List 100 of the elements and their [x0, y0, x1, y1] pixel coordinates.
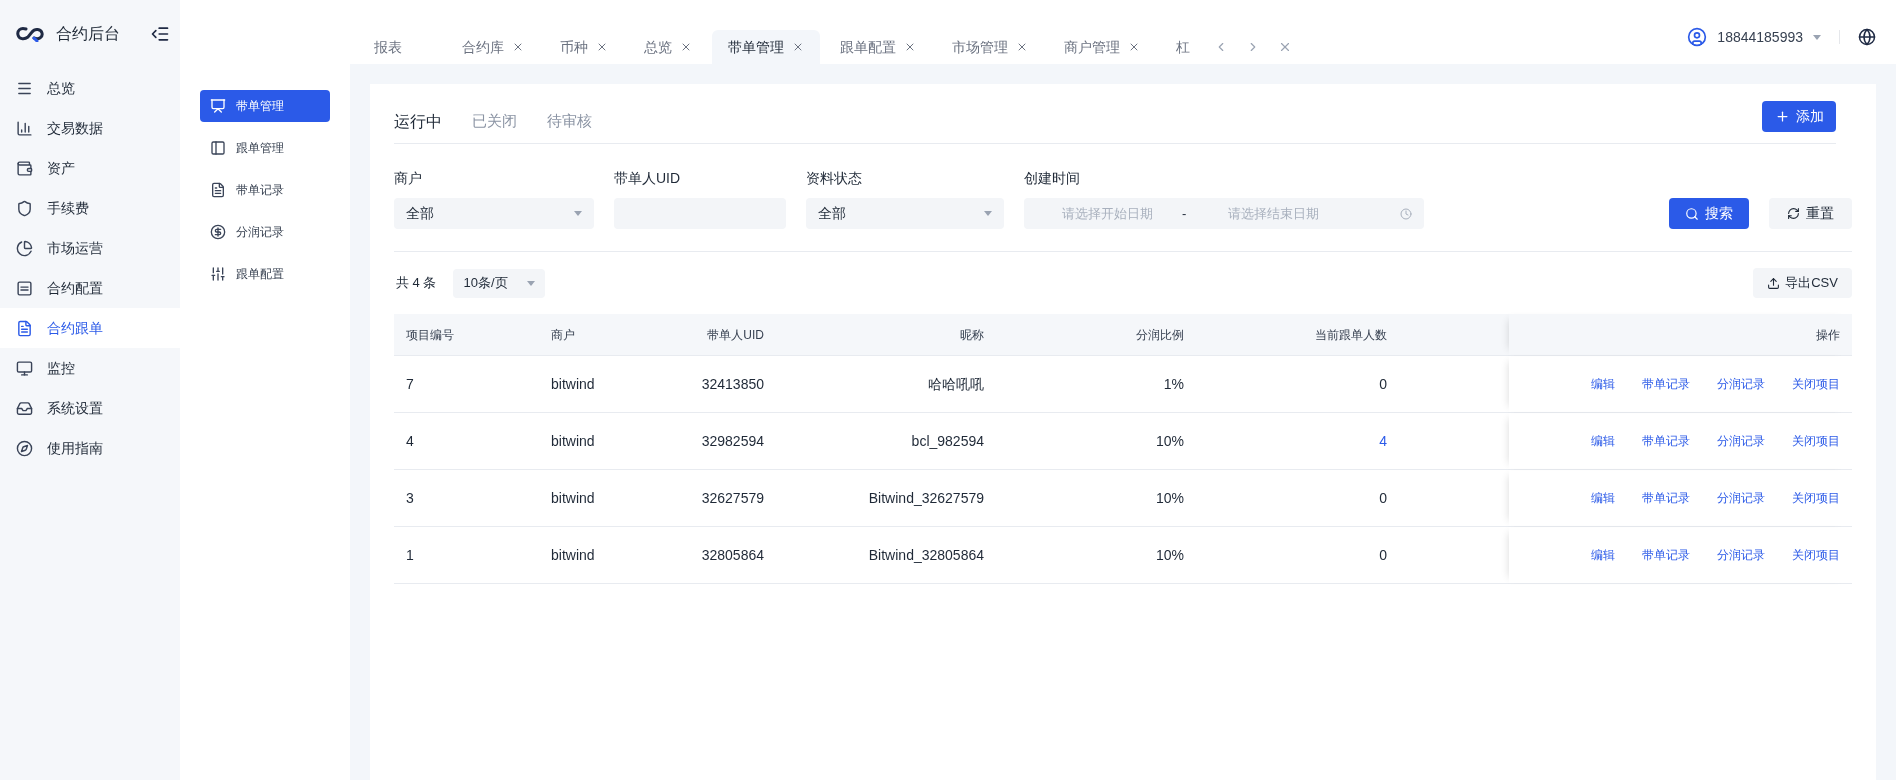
language-icon[interactable]: [1858, 28, 1876, 46]
action-link[interactable]: 编辑: [1591, 432, 1615, 450]
pie-chart-icon: [16, 239, 33, 257]
monitor-icon: [16, 359, 33, 377]
page-size-select[interactable]: 10条/页: [453, 268, 546, 298]
action-link[interactable]: 关闭项目: [1792, 432, 1840, 450]
column-header: 分润比例: [1135, 326, 1185, 344]
column-header: 项目编号: [405, 326, 455, 344]
column-header: 商户: [550, 326, 576, 344]
close-icon[interactable]: [512, 41, 524, 53]
action-link[interactable]: 关闭项目: [1792, 375, 1840, 393]
table-cell-text: 0: [1378, 488, 1388, 508]
filter-label: 带单人UID: [614, 169, 682, 188]
caret-icon: [984, 211, 992, 216]
shield-icon: [16, 199, 33, 217]
action-link[interactable]: 带单记录: [1642, 546, 1690, 564]
collapse-menu-icon[interactable]: [150, 24, 170, 44]
sidebar-item[interactable]: 市场运营: [0, 228, 180, 268]
action-link[interactable]: 分润记录: [1717, 546, 1765, 564]
page-tab[interactable]: 报表: [358, 30, 442, 64]
logo-icon: [16, 26, 44, 42]
sidebar-item[interactable]: 总览: [0, 68, 180, 108]
close-icon[interactable]: [1278, 40, 1292, 54]
close-icon[interactable]: [904, 41, 916, 53]
action-link[interactable]: 带单记录: [1642, 489, 1690, 507]
export-csv-button[interactable]: 导出CSV: [1753, 268, 1852, 298]
table-cell-text: 7: [405, 374, 415, 394]
table-cell-text: 32805864: [700, 545, 765, 565]
caret-icon: [574, 211, 582, 216]
clock-icon: [1400, 207, 1412, 220]
action-link[interactable]: 分润记录: [1717, 489, 1765, 507]
table-cell-text: bitwind: [550, 431, 596, 451]
search-button[interactable]: 搜索: [1669, 198, 1749, 229]
sidebar-item[interactable]: 监控: [0, 348, 180, 388]
page-tab[interactable]: 总览: [628, 30, 708, 64]
document-icon: [16, 319, 33, 337]
user-phone[interactable]: 18844185993: [1717, 26, 1803, 48]
page-tab[interactable]: 市场管理: [936, 30, 1044, 64]
close-icon[interactable]: [596, 41, 608, 53]
submenu-item[interactable]: 跟单配置: [200, 258, 330, 290]
action-link[interactable]: 编辑: [1591, 489, 1615, 507]
select-field[interactable]: 全部: [394, 198, 594, 229]
action-link[interactable]: 分润记录: [1717, 432, 1765, 450]
action-link[interactable]: 带单记录: [1642, 375, 1690, 393]
action-link[interactable]: 关闭项目: [1792, 546, 1840, 564]
page-tab[interactable]: 跟单配置: [824, 30, 932, 64]
page-tab[interactable]: 带单管理: [712, 30, 820, 64]
page-tab[interactable]: 杠: [1160, 30, 1206, 64]
bar-chart-icon: [16, 119, 33, 137]
sidebar-item[interactable]: 系统设置: [0, 388, 180, 428]
table-cell-text: 0: [1378, 545, 1388, 565]
page-tab[interactable]: 商户管理: [1048, 30, 1156, 64]
select-field[interactable]: 全部: [806, 198, 1004, 229]
square-icon: [16, 279, 33, 297]
status-tab[interactable]: 已关闭: [472, 110, 517, 133]
close-icon[interactable]: [680, 41, 692, 53]
table-cell-text: 10%: [1154, 488, 1185, 508]
date-range-field[interactable]: 请选择开始日期 - 请选择结束日期: [1024, 198, 1424, 229]
page-tab[interactable]: 合约库: [446, 30, 540, 64]
sidebar-item[interactable]: 资产: [0, 148, 180, 188]
status-tab[interactable]: 待审核: [547, 110, 592, 133]
follower-count-link[interactable]: 4: [1196, 413, 1399, 469]
upload-icon: [1767, 276, 1781, 290]
reset-button[interactable]: 重置: [1769, 198, 1852, 229]
sidebar-item[interactable]: 合约跟单: [0, 308, 180, 348]
close-icon[interactable]: [792, 41, 804, 53]
brand-title: 合约后台: [56, 24, 120, 44]
table-cell-text: bcl_982594: [910, 431, 985, 451]
table-cell-text: 0: [1378, 374, 1388, 394]
action-link[interactable]: 分润记录: [1717, 375, 1765, 393]
column-header: 带单人UID: [706, 326, 765, 344]
add-button[interactable]: 添加: [1762, 101, 1836, 132]
submenu-item[interactable]: 跟单管理: [200, 132, 330, 164]
filter-label: 商户: [394, 169, 423, 188]
panel-icon: [210, 140, 226, 156]
page-tab[interactable]: 币种: [544, 30, 624, 64]
table-cell-text: 1: [405, 545, 415, 565]
action-link[interactable]: 编辑: [1591, 375, 1615, 393]
status-tab[interactable]: 运行中: [394, 109, 442, 134]
action-link[interactable]: 编辑: [1591, 546, 1615, 564]
table-cell-text: 哈哈吼吼: [927, 374, 985, 394]
filter-label: 资料状态: [806, 169, 863, 188]
column-header: 当前跟单人数: [1314, 326, 1388, 344]
sidebar-item[interactable]: 使用指南: [0, 428, 180, 468]
document-icon: [210, 182, 226, 198]
submenu-item[interactable]: 分润记录: [200, 216, 330, 248]
sidebar-item[interactable]: 合约配置: [0, 268, 180, 308]
sidebar-item[interactable]: 手续费: [0, 188, 180, 228]
close-icon[interactable]: [1016, 41, 1028, 53]
table-cell-text: Bitwind_32805864: [867, 545, 985, 565]
action-link[interactable]: 关闭项目: [1792, 489, 1840, 507]
sidebar-item[interactable]: 交易数据: [0, 108, 180, 148]
table-cell-text: 32413850: [700, 374, 765, 394]
submenu-item[interactable]: 带单记录: [200, 174, 330, 206]
action-link[interactable]: 带单记录: [1642, 432, 1690, 450]
close-icon[interactable]: [1128, 41, 1140, 53]
user-avatar-icon[interactable]: [1687, 27, 1708, 47]
table-cell-text: 32627579: [700, 488, 765, 508]
table-cell-text: bitwind: [550, 488, 596, 508]
submenu-item[interactable]: 带单管理: [200, 90, 330, 122]
